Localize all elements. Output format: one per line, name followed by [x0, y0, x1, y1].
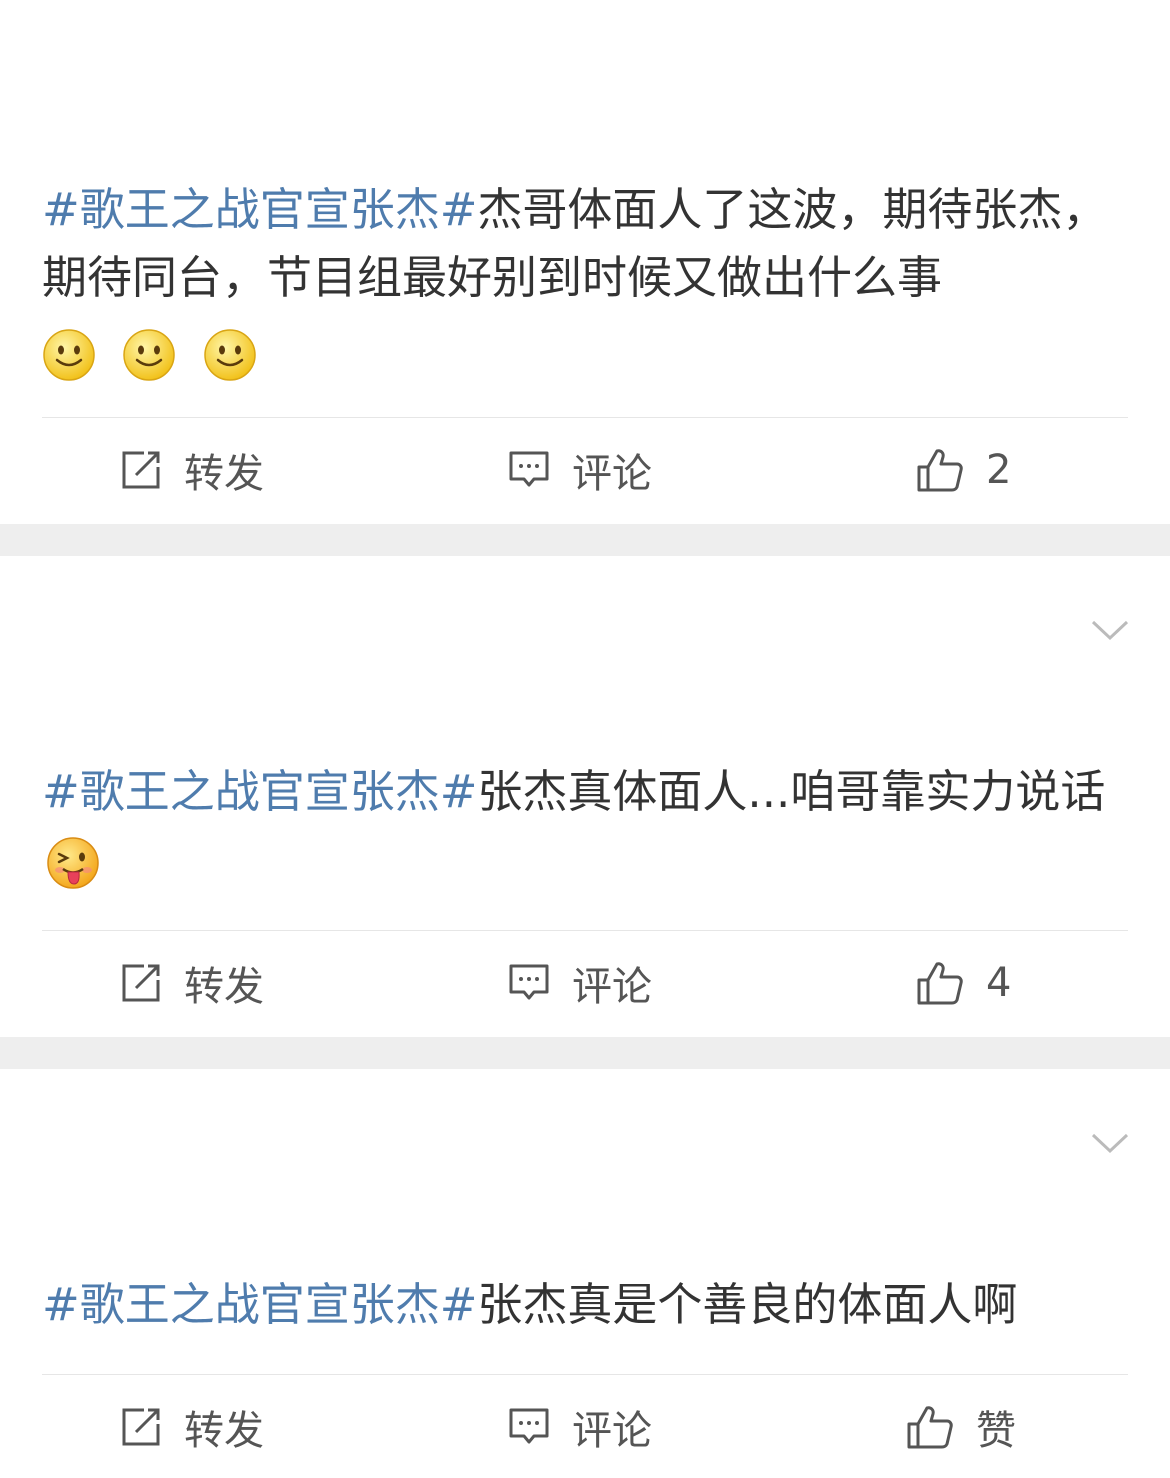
topic-link[interactable]: #歌王之战官宣张杰#: [42, 1278, 477, 1331]
feed-card: #歌王之战官宣张杰#张杰真是个善良的体面人啊 转发 评论 赞: [0, 1069, 1170, 1478]
repost-label: 转发: [184, 964, 264, 1010]
feed-card: #歌王之战官宣张杰#张杰真体面人...咱哥靠实力说话 转发 评论 4: [0, 556, 1170, 1037]
repost-icon: [122, 964, 160, 1002]
post-text: #歌王之战官宣张杰#张杰真是个善良的体面人啊: [42, 1271, 1132, 1339]
divider: [42, 417, 1128, 418]
post-body: 张杰真体面人...咱哥靠实力说话: [477, 765, 1106, 818]
post-text: #歌王之战官宣张杰#杰哥体面人了这波，期待张杰，期待同台，节目组最好别到时候又做…: [42, 176, 1132, 386]
chevron-down-icon[interactable]: [1090, 618, 1130, 642]
feed-separator: [0, 1037, 1170, 1069]
like-button[interactable]: 2: [916, 420, 1011, 520]
action-bar: 转发 评论 赞: [0, 1377, 1170, 1477]
repost-icon: [122, 1408, 160, 1446]
comment-icon: [509, 1408, 549, 1444]
comment-label: 评论: [572, 964, 652, 1010]
topic-link[interactable]: #歌王之战官宣张杰#: [42, 765, 477, 818]
post-body: 张杰真是个善良的体面人啊: [477, 1278, 1018, 1331]
repost-label: 转发: [184, 451, 264, 497]
like-count: 2: [986, 447, 1012, 493]
thumbs-up-icon: [917, 962, 963, 1005]
divider: [42, 1374, 1128, 1375]
feed-card: #歌王之战官宣张杰#杰哥体面人了这波，期待张杰，期待同台，节目组最好别到时候又做…: [0, 0, 1170, 524]
feed-separator: [0, 524, 1170, 556]
smile-emoji-icon: [43, 329, 95, 381]
divider: [42, 930, 1128, 931]
comment-icon: [509, 964, 549, 1000]
like-button[interactable]: 4: [916, 933, 1011, 1033]
chevron-down-icon[interactable]: [1090, 1131, 1130, 1155]
smile-emoji-icon: [203, 329, 256, 381]
topic-link[interactable]: #歌王之战官宣张杰#: [42, 183, 477, 236]
like-button[interactable]: 赞: [906, 1377, 1016, 1477]
comment-label: 评论: [572, 1408, 652, 1454]
tongue-wink-emoji-icon: [47, 837, 99, 889]
action-bar: 转发 评论 2: [0, 420, 1170, 520]
repost-button[interactable]: 转发: [120, 1377, 264, 1477]
comment-button[interactable]: 评论: [508, 420, 652, 520]
emoji-row: [42, 318, 269, 386]
action-bar: 转发 评论 4: [0, 933, 1170, 1033]
post-text: #歌王之战官宣张杰#张杰真体面人...咱哥靠实力说话: [42, 758, 1132, 894]
repost-button[interactable]: 转发: [120, 933, 264, 1033]
comment-button[interactable]: 评论: [508, 933, 652, 1033]
smile-emoji-icon: [123, 329, 176, 381]
comment-button[interactable]: 评论: [508, 1377, 652, 1477]
repost-label: 转发: [184, 1408, 264, 1454]
comment-label: 评论: [572, 451, 652, 497]
comment-icon: [509, 451, 549, 487]
thumbs-up-icon: [907, 1406, 953, 1449]
repost-button[interactable]: 转发: [120, 420, 264, 520]
thumbs-up-icon: [917, 449, 963, 492]
like-count: 4: [986, 960, 1012, 1006]
like-label: 赞: [976, 1408, 1016, 1454]
repost-icon: [122, 451, 160, 489]
